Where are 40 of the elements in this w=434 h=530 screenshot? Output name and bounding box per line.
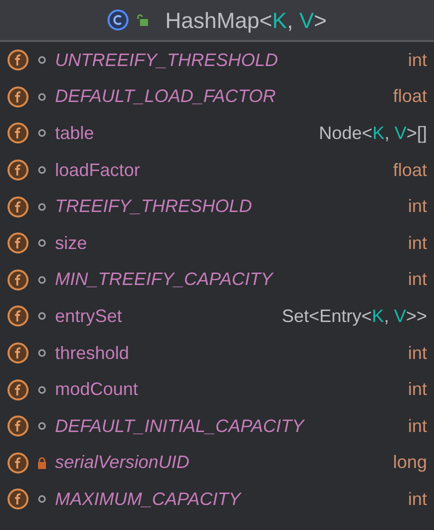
field-type: int bbox=[408, 342, 427, 365]
field-icon bbox=[7, 159, 29, 182]
field-type: Set<Entry<K, V>> bbox=[282, 304, 427, 328]
field-name: UNTREEIFY_THRESHOLD bbox=[55, 48, 278, 72]
field-name: loadFactor bbox=[55, 158, 140, 182]
field-name: MIN_TREEIFY_CAPACITY bbox=[55, 268, 273, 292]
field-icon bbox=[7, 268, 29, 291]
field-name: serialVersionUID bbox=[55, 451, 190, 474]
field-icon bbox=[7, 122, 29, 144]
field-icon bbox=[7, 305, 29, 328]
field-name: DEFAULT_LOAD_FACTOR bbox=[55, 85, 276, 108]
field-type: int bbox=[408, 268, 427, 292]
field-type: float bbox=[392, 85, 427, 108]
field-icon bbox=[7, 452, 29, 474]
field-type: float bbox=[392, 158, 427, 182]
field-icon bbox=[7, 232, 29, 254]
field-type: int bbox=[408, 488, 427, 511]
field-type: int bbox=[408, 414, 427, 438]
field-icon bbox=[7, 378, 29, 401]
field-name: modCount bbox=[55, 378, 138, 402]
field-icon bbox=[7, 342, 29, 364]
field-icon bbox=[7, 196, 29, 218]
field-name: size bbox=[55, 232, 88, 255]
field-icon bbox=[7, 415, 29, 438]
field-type: int bbox=[408, 378, 427, 402]
field-name: entrySet bbox=[55, 304, 122, 328]
field-icon bbox=[7, 488, 29, 510]
field-name: MAXIMUM_CAPACITY bbox=[55, 488, 241, 511]
field-icon bbox=[7, 49, 29, 72]
field-name: threshold bbox=[55, 342, 130, 365]
field-type: Node<K, V>[] bbox=[318, 122, 427, 145]
field-name: DEFAULT_INITIAL_CAPACITY bbox=[55, 414, 304, 438]
field-name: TREEIFY_THRESHOLD bbox=[55, 195, 252, 218]
field-type: int bbox=[408, 48, 427, 72]
field-name: table bbox=[55, 122, 94, 145]
class-title: HashMap<K, V> bbox=[165, 6, 327, 35]
field-type: long bbox=[392, 451, 427, 474]
field-type: int bbox=[408, 232, 427, 255]
field-icon bbox=[7, 86, 29, 108]
field-type: int bbox=[408, 195, 427, 218]
